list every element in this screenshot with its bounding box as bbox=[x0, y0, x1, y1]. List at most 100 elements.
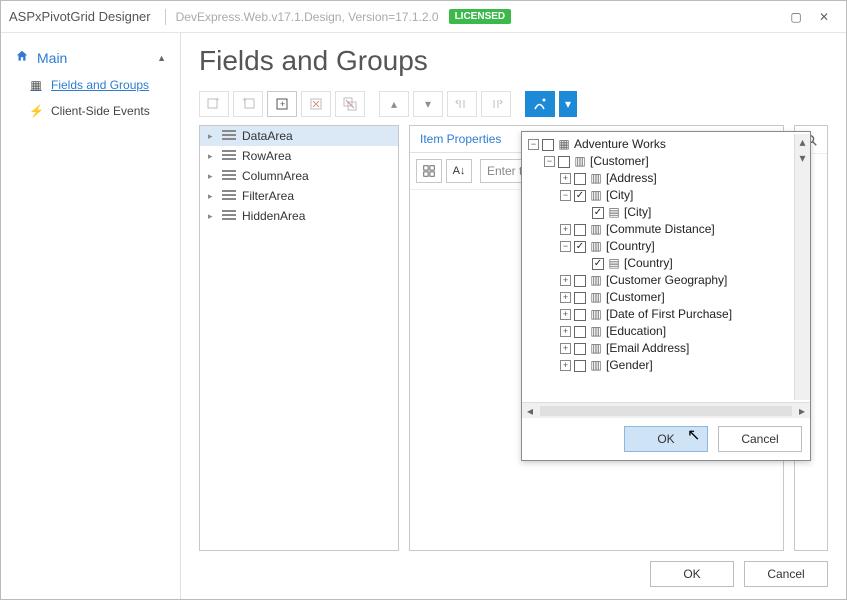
insert-after-button[interactable]: + bbox=[233, 91, 263, 117]
sidebar-item-label: Fields and Groups bbox=[51, 78, 149, 92]
toolbar: + + + ▴ ▾ ▾ bbox=[199, 91, 828, 117]
remove-all-button[interactable] bbox=[335, 91, 365, 117]
area-row[interactable]: ▸FilterArea bbox=[200, 186, 398, 206]
categorized-button[interactable] bbox=[416, 159, 442, 183]
sidebar-item-fields-groups[interactable]: ▦ Fields and Groups bbox=[1, 72, 180, 98]
tree-checkbox[interactable] bbox=[592, 207, 604, 219]
dialog-footer: OK Cancel bbox=[199, 561, 828, 587]
scroll-down-icon[interactable]: ▾ bbox=[795, 150, 810, 166]
retrieve-fields-button[interactable] bbox=[525, 91, 555, 117]
tree-checkbox[interactable] bbox=[574, 326, 586, 338]
expand-toggle[interactable]: + bbox=[560, 173, 571, 184]
node-type-icon: ▥ bbox=[589, 241, 603, 253]
area-row[interactable]: ▸RowArea bbox=[200, 146, 398, 166]
tree-checkbox[interactable] bbox=[574, 190, 586, 202]
expand-toggle[interactable]: + bbox=[560, 309, 571, 320]
expand-toggle[interactable]: − bbox=[560, 241, 571, 252]
insert-before-button[interactable]: + bbox=[199, 91, 229, 117]
popup-vertical-scrollbar[interactable]: ▴ ▾ bbox=[794, 134, 810, 400]
tree-node[interactable]: +▥[Date of First Purchase] bbox=[526, 306, 808, 323]
node-type-icon: ▥ bbox=[589, 190, 603, 202]
add-button[interactable]: + bbox=[267, 91, 297, 117]
expand-toggle[interactable]: − bbox=[560, 190, 571, 201]
tree-checkbox[interactable] bbox=[574, 173, 586, 185]
tree-node[interactable]: + ▥[Email Address] bbox=[526, 340, 808, 357]
scroll-left-icon[interactable]: ◂ bbox=[522, 404, 538, 418]
tree-checkbox[interactable] bbox=[558, 156, 570, 168]
tree-checkbox[interactable] bbox=[574, 224, 586, 236]
expand-toggle[interactable]: − bbox=[528, 139, 539, 150]
area-icon bbox=[222, 210, 236, 222]
chevron-right-icon: ▸ bbox=[208, 151, 216, 162]
popup-horizontal-scrollbar[interactable]: ◂ ▸ bbox=[522, 402, 810, 418]
tree-checkbox[interactable] bbox=[574, 292, 586, 304]
expand-toggle[interactable]: + bbox=[560, 292, 571, 303]
chevron-right-icon: ▸ bbox=[208, 211, 216, 222]
expand-toggle[interactable]: + bbox=[560, 224, 571, 235]
node-type-icon: ▥ bbox=[589, 360, 603, 372]
tree-checkbox[interactable] bbox=[542, 139, 554, 151]
tree-node[interactable]: ▤[Country] bbox=[526, 255, 808, 272]
tree-checkbox[interactable] bbox=[574, 360, 586, 372]
page-title: Fields and Groups bbox=[199, 45, 828, 77]
tree-node-label: [Gender] bbox=[606, 357, 653, 374]
tree-node[interactable]: −▥[Customer] bbox=[526, 153, 808, 170]
indent-button[interactable] bbox=[481, 91, 511, 117]
tree-node[interactable]: +▥[Customer Geography] bbox=[526, 272, 808, 289]
home-icon bbox=[15, 49, 29, 66]
tree-node-label: [Email Address] bbox=[606, 340, 689, 357]
areas-panel: ▸DataArea▸RowArea▸ColumnArea▸FilterArea▸… bbox=[199, 125, 399, 551]
move-down-button[interactable]: ▾ bbox=[413, 91, 443, 117]
tree-node[interactable]: +▥[Customer] bbox=[526, 289, 808, 306]
chevron-up-icon: ▲ bbox=[157, 53, 166, 63]
tree-node-label: [Customer] bbox=[606, 289, 665, 306]
tree-node[interactable]: +▥[Education] bbox=[526, 323, 808, 340]
tree-checkbox[interactable] bbox=[592, 258, 604, 270]
tree-node-label: [Country] bbox=[624, 255, 673, 272]
tree-node[interactable]: −▦Adventure Works bbox=[526, 136, 808, 153]
cancel-button[interactable]: Cancel bbox=[744, 561, 828, 587]
move-up-button[interactable]: ▴ bbox=[379, 91, 409, 117]
tree-checkbox[interactable] bbox=[574, 275, 586, 287]
tree-node[interactable]: + ▥[Gender] bbox=[526, 357, 808, 374]
svg-text:+: + bbox=[242, 96, 247, 104]
svg-text:+: + bbox=[215, 96, 220, 104]
node-type-icon: ▥ bbox=[589, 173, 603, 185]
node-type-icon: ▥ bbox=[589, 343, 603, 355]
outdent-button[interactable] bbox=[447, 91, 477, 117]
retrieve-fields-dropdown[interactable]: ▾ bbox=[559, 91, 577, 117]
expand-toggle[interactable]: + bbox=[560, 360, 571, 371]
area-label: HiddenArea bbox=[242, 209, 305, 223]
ok-button[interactable]: OK bbox=[650, 561, 734, 587]
area-row[interactable]: ▸ HiddenArea bbox=[200, 206, 398, 226]
tree-node[interactable]: +▥[Address] bbox=[526, 170, 808, 187]
tree-node[interactable]: −▥[Country] bbox=[526, 238, 808, 255]
scroll-right-icon[interactable]: ▸ bbox=[794, 404, 810, 418]
tree-node-label: [City] bbox=[624, 204, 651, 221]
sidebar-item-client-events[interactable]: ⚡ Client-Side Events bbox=[1, 98, 180, 124]
popup-ok-button[interactable]: OK bbox=[624, 426, 708, 452]
expand-toggle[interactable]: + bbox=[560, 343, 571, 354]
maximize-button[interactable]: ▢ bbox=[782, 7, 810, 27]
tree-node[interactable]: −▥[City] bbox=[526, 187, 808, 204]
expand-toggle[interactable]: + bbox=[560, 326, 571, 337]
node-type-icon: ▥ bbox=[589, 275, 603, 287]
titlebar-separator bbox=[165, 9, 166, 25]
remove-button[interactable] bbox=[301, 91, 331, 117]
tree-checkbox[interactable] bbox=[574, 309, 586, 321]
area-row[interactable]: ▸ColumnArea bbox=[200, 166, 398, 186]
tree-checkbox[interactable] bbox=[574, 241, 586, 253]
scroll-up-icon[interactable]: ▴ bbox=[795, 134, 810, 150]
expand-toggle[interactable]: − bbox=[544, 156, 555, 167]
tree-node[interactable]: ▤[City] bbox=[526, 204, 808, 221]
area-row[interactable]: ▸DataArea bbox=[200, 126, 398, 146]
popup-cancel-button[interactable]: Cancel bbox=[718, 426, 802, 452]
tree-checkbox[interactable] bbox=[574, 343, 586, 355]
close-button[interactable]: ✕ bbox=[810, 7, 838, 27]
alphabetical-button[interactable]: A↓ bbox=[446, 159, 472, 183]
expand-toggle[interactable]: + bbox=[560, 275, 571, 286]
sidebar-header[interactable]: Main ▲ bbox=[1, 43, 180, 72]
tree-node-label: [Customer] bbox=[590, 153, 649, 170]
scroll-track[interactable] bbox=[540, 406, 792, 416]
tree-node[interactable]: +▥[Commute Distance] bbox=[526, 221, 808, 238]
